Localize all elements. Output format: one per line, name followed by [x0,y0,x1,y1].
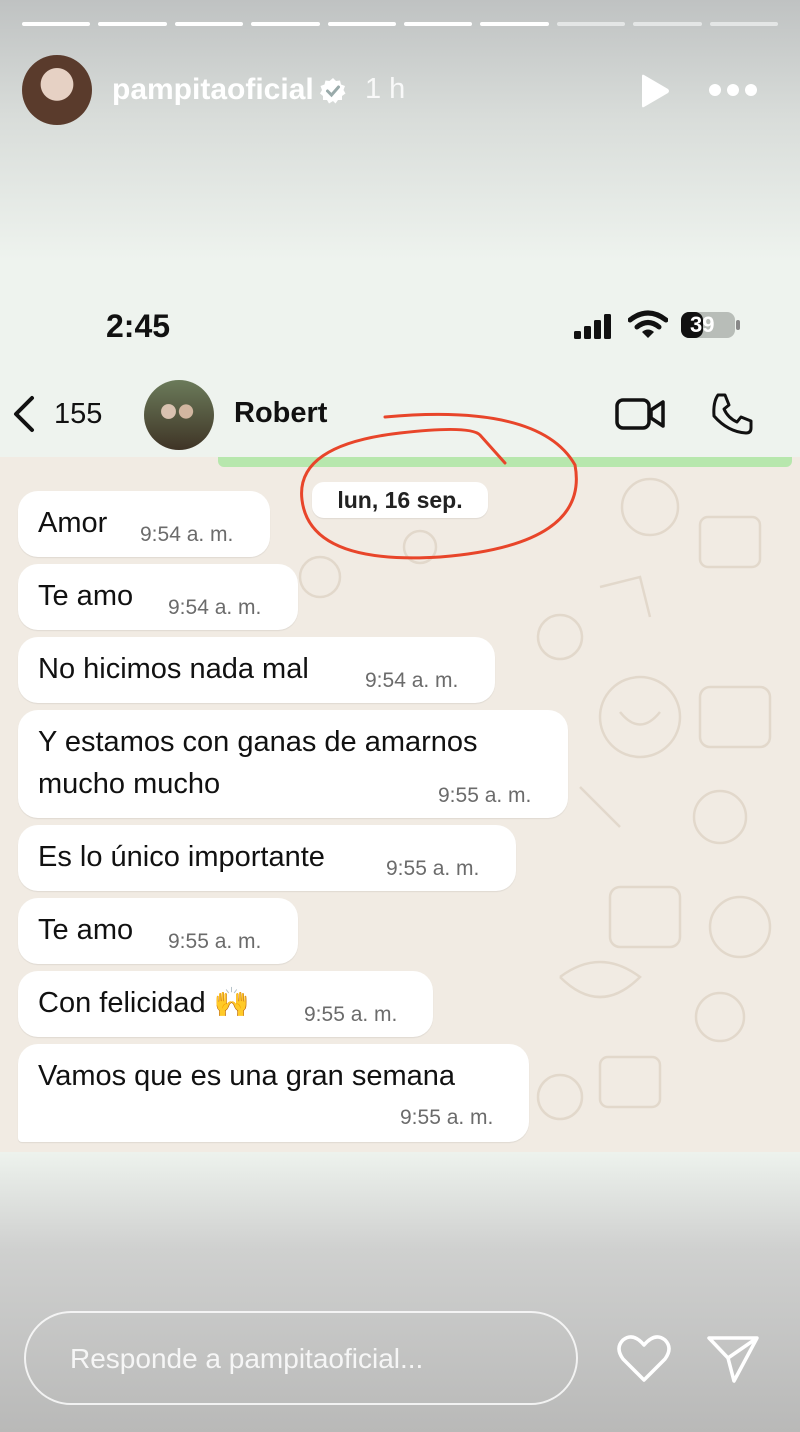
reply-input[interactable]: Responde a pampitaoficial... [24,1311,578,1405]
annotation-circle [300,412,578,560]
heart-icon[interactable] [616,1334,672,1384]
message-text: Es lo único importante [38,841,325,873]
wifi-icon [628,310,668,338]
story-header: pampitaoficial 1 h [22,55,778,127]
play-icon[interactable] [637,73,671,109]
contact-avatar[interactable] [144,380,214,450]
phone-call-icon[interactable] [710,392,754,436]
message-bubble[interactable]: Con felicidad 🙌 9:55 a. m. [18,971,433,1037]
message-text: Te amo [38,914,134,946]
progress-segment [251,22,320,26]
progress-segment [556,22,626,26]
message-time: 9:55 a. m. [304,1003,398,1026]
progress-segment [174,22,244,26]
chevron-left-icon[interactable] [10,394,40,434]
message-bubble[interactable]: Y estamos con ganas de amarnos mucho muc… [18,710,568,818]
verified-badge-icon [320,78,346,104]
progress-segment [98,22,167,26]
message-time: 9:55 a. m. [386,857,480,880]
progress-segment [633,22,702,26]
reply-placeholder: Responde a pampitaoficial... [70,1343,424,1374]
message-bubble[interactable]: No hicimos nada mal 9:54 a. m. [18,637,495,703]
message-text: No hicimos nada mal [38,653,309,685]
message-text: Amor [38,507,108,539]
message-time: 9:55 a. m. [168,930,262,953]
message-text: Y estamos con ganas de amarnos [38,726,478,758]
message-time: 9:55 a. m. [400,1106,494,1129]
unread-count[interactable]: 155 [54,398,102,431]
profile-avatar[interactable] [22,55,92,125]
send-icon[interactable] [706,1334,760,1384]
phone-status-bar: 2:45 39 [0,300,800,350]
story-time-ago: 1 h [365,73,406,105]
more-icon[interactable] [708,83,758,97]
status-time: 2:45 [106,308,171,344]
message-text: Vamos que es una gran semana [38,1060,456,1092]
message-bubble[interactable]: Te amo 9:54 a. m. [18,564,298,630]
progress-segment [327,22,397,26]
message-text: Te amo [38,580,134,612]
message-bubble[interactable]: Amor 9:54 a. m. [18,491,270,557]
progress-segment [22,22,91,26]
message-text: mucho mucho [38,768,221,800]
message-bubble[interactable]: Vamos que es una gran semana 9:55 a. m. [18,1044,529,1142]
message-bubble[interactable]: Te amo 9:55 a. m. [18,898,298,964]
progress-segment [709,22,779,26]
message-time: 9:54 a. m. [168,596,262,619]
message-text: Con felicidad 🙌 [38,987,250,1019]
video-call-icon[interactable] [614,394,666,434]
progress-segment [404,22,473,26]
progress-segment [480,22,549,26]
signal-icon [574,314,611,339]
story-username[interactable]: pampitaoficial [112,73,314,107]
message-time: 9:55 a. m. [438,784,532,807]
message-time: 9:54 a. m. [365,669,459,692]
message-time: 9:54 a. m. [140,523,234,546]
battery-level: 39 [690,312,715,337]
story-progress-bar [22,22,779,26]
message-bubble[interactable]: Es lo único importante 9:55 a. m. [18,825,516,891]
